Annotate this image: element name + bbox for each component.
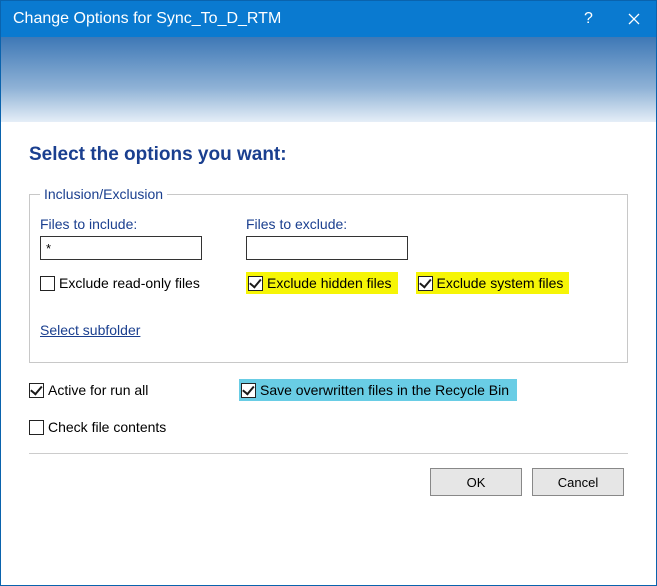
exclude-input[interactable] <box>246 236 408 260</box>
exclude-label: Files to exclude: <box>246 216 452 232</box>
ok-button[interactable]: OK <box>430 468 522 496</box>
select-subfolder-link[interactable]: Select subfolder <box>40 322 140 338</box>
check-file-contents-checkbox[interactable]: Check file contents <box>29 419 166 435</box>
titlebar: Change Options for Sync_To_D_RTM ? <box>1 1 656 37</box>
header-banner <box>1 37 656 122</box>
exclude-hidden-label: Exclude hidden files <box>267 275 392 291</box>
checkbox-icon <box>29 383 44 398</box>
cancel-button[interactable]: Cancel <box>532 468 624 496</box>
include-input[interactable] <box>40 236 202 260</box>
exclude-system-checkbox[interactable]: Exclude system files <box>418 275 564 291</box>
exclude-readonly-checkbox[interactable]: Exclude read-only files <box>40 275 246 291</box>
exclude-hidden-checkbox[interactable]: Exclude hidden files <box>248 275 392 291</box>
close-icon <box>628 13 640 25</box>
help-button[interactable]: ? <box>566 1 611 37</box>
content-area: Select the options you want: Inclusion/E… <box>1 122 656 496</box>
exclude-system-label: Exclude system files <box>437 275 564 291</box>
check-file-contents-label: Check file contents <box>48 419 166 435</box>
checkbox-icon <box>29 420 44 435</box>
include-label: Files to include: <box>40 216 246 232</box>
active-run-all-checkbox[interactable]: Active for run all <box>29 382 148 398</box>
checkbox-icon <box>241 383 256 398</box>
save-recycle-checkbox[interactable]: Save overwritten files in the Recycle Bi… <box>241 382 509 398</box>
exclude-readonly-label: Exclude read-only files <box>59 275 200 291</box>
inclusion-exclusion-group: Inclusion/Exclusion Files to include: Fi… <box>29 186 628 363</box>
checkbox-icon <box>40 276 55 291</box>
button-bar: OK Cancel <box>29 468 628 496</box>
checkbox-icon <box>418 276 433 291</box>
window-title: Change Options for Sync_To_D_RTM <box>13 10 566 28</box>
checkbox-icon <box>248 276 263 291</box>
save-recycle-label: Save overwritten files in the Recycle Bi… <box>260 382 509 398</box>
page-heading: Select the options you want: <box>29 144 628 166</box>
divider <box>29 453 628 454</box>
close-button[interactable] <box>611 1 656 37</box>
group-legend: Inclusion/Exclusion <box>40 186 167 202</box>
active-run-all-label: Active for run all <box>48 382 148 398</box>
